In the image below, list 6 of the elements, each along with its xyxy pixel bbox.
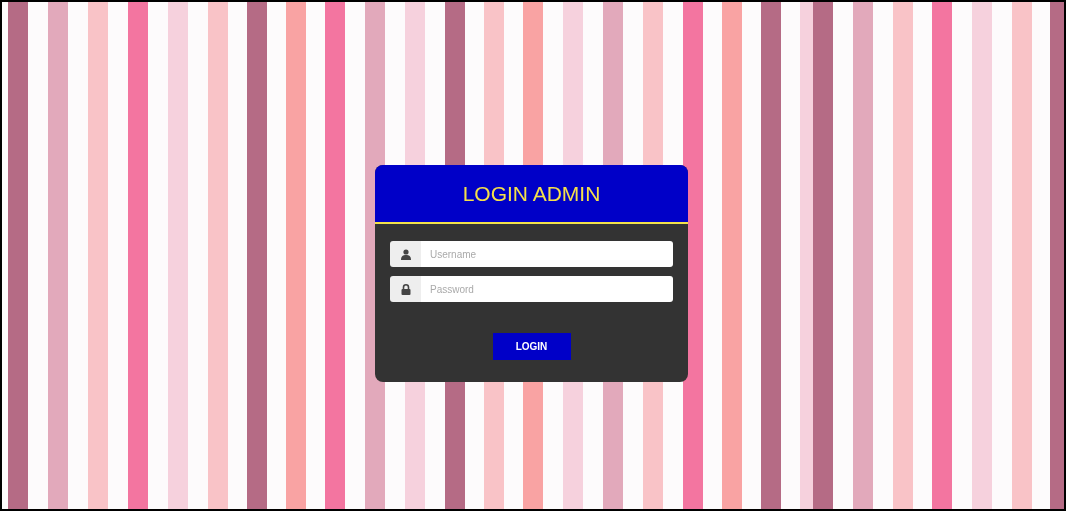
password-field[interactable]: Password xyxy=(421,276,673,302)
user-icon xyxy=(400,248,411,260)
username-field[interactable]: Username xyxy=(421,241,673,267)
lock-icon xyxy=(400,283,411,295)
login-button[interactable]: LOGIN xyxy=(492,333,571,360)
card-title: LOGIN ADMIN xyxy=(462,180,601,207)
